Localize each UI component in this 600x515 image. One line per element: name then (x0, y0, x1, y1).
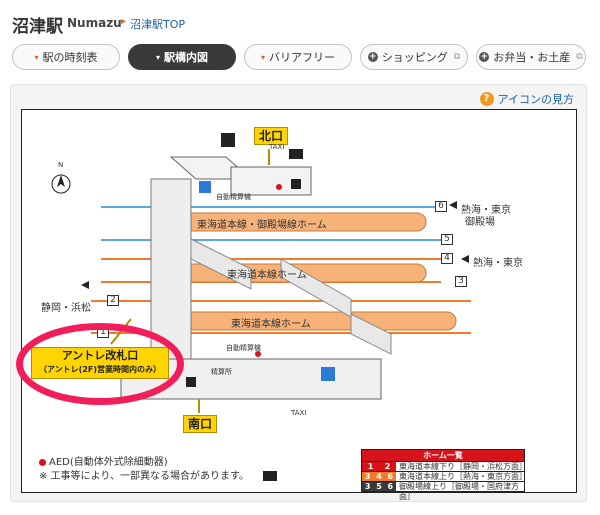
external-window-icon: ⧉ (576, 52, 583, 62)
wheelchair-icon (221, 133, 235, 147)
toilet-icon-south (321, 367, 335, 381)
track-number-2: 2 (107, 295, 119, 306)
station-tabs: ▾ 駅の時刻表 ▾ 駅構内図 ▾ バリアフリー + ショッピング ⧉ + お弁当… (0, 44, 600, 74)
ticket-machine-icon-north (291, 179, 301, 189)
tab-barrier-free[interactable]: ▾ バリアフリー (244, 44, 352, 70)
destination-west: 静岡・浜松 (41, 303, 91, 314)
destination-east-top-2: 御殿場 (465, 217, 495, 228)
construction-note: ※ 工事等により、一部異なる場合があります。 (39, 471, 249, 482)
platform-label-3: 東海道本線ホーム (231, 319, 311, 330)
table-row: 3 4 6 東海道本線上り［熱海・東京方面］ (362, 471, 527, 481)
track-number-5: 5 (441, 234, 453, 245)
page-title: 沼津駅 (12, 17, 63, 37)
overpass-bridge (150, 178, 192, 360)
fare-adjust-label: 精算所 (211, 368, 232, 376)
aed-legend: AED(自動体外式除細動器) (39, 453, 168, 468)
highlight-circle (16, 323, 184, 405)
external-window-icon: ⧉ (453, 52, 461, 62)
chevron-down-icon: ▾ (155, 52, 160, 62)
tab-station-map[interactable]: ▾ 駅構内図 (128, 44, 236, 70)
station-map-panel: ? アイコンの見方 N 北口 南口 東海道本線・御殿場線ホーム 東海道本線ホーム… (10, 84, 587, 502)
question-icon: ? (479, 92, 494, 106)
breadcrumb-arrow-icon: ▸ (121, 16, 127, 27)
station-map-drawing (21, 109, 577, 493)
page-header: 沼津駅 Numazu ▸ 沼津駅TOP (0, 0, 600, 44)
track-number-4: 4 (441, 253, 453, 264)
taxi-label-north: TAXI (269, 143, 285, 151)
track-number-6: 6 (435, 201, 447, 212)
plus-icon: + (479, 52, 490, 62)
taxi-label-south: TAXI (291, 409, 307, 417)
platform-table-title: ホーム一覧 (362, 450, 524, 461)
ticket-machine-icon-south (186, 377, 196, 387)
platform-list-table: ホーム一覧 1 2 東海道本線下り［静岡・浜松方面］ 3 4 6 東海道本線上り… (361, 449, 527, 501)
bus-icon-north (289, 149, 303, 159)
platform-label-2: 東海道本線ホーム (227, 270, 307, 281)
plus-icon: + (367, 52, 378, 62)
platform-label-1: 東海道本線・御殿場線ホーム (197, 220, 327, 231)
table-row: 3 5 6 御殿場線上り［御殿場・国府津方面］ (362, 481, 524, 501)
chevron-down-icon: ▾ (34, 52, 39, 62)
breadcrumb-station-top-link[interactable]: 沼津駅TOP (130, 16, 185, 32)
page-subtitle: Numazu (67, 16, 122, 30)
tab-timetable[interactable]: ▾ 駅の時刻表 (12, 44, 120, 70)
south-exit-label: 南口 (183, 415, 217, 433)
ticket-machine-label-north: 自動精算機 (216, 193, 251, 201)
toilet-icon-north (199, 181, 211, 193)
chevron-down-icon: ▾ (260, 52, 265, 62)
aed-dot-icon (39, 458, 46, 466)
ticket-machine-label-south: 自動精算機 (226, 344, 261, 352)
destination-east-mid: 熱海・東京 (473, 258, 523, 269)
station-map: N 北口 南口 東海道本線・御殿場線ホーム 東海道本線ホーム 東海道本線ホーム … (16, 109, 577, 501)
tab-shopping[interactable]: + ショッピング ⧉ (360, 44, 468, 70)
north-mark: N (58, 161, 64, 169)
bus-icon-south (263, 471, 277, 481)
icon-legend-link[interactable]: ? アイコンの見方 (479, 91, 574, 107)
aed-marker-north (276, 184, 282, 190)
table-row: 1 2 東海道本線下り［静岡・浜松方面］ (362, 461, 527, 471)
tab-bento-souvenir[interactable]: + お弁当・お土産 ⧉ (476, 44, 586, 70)
track-number-3: 3 (455, 276, 467, 287)
